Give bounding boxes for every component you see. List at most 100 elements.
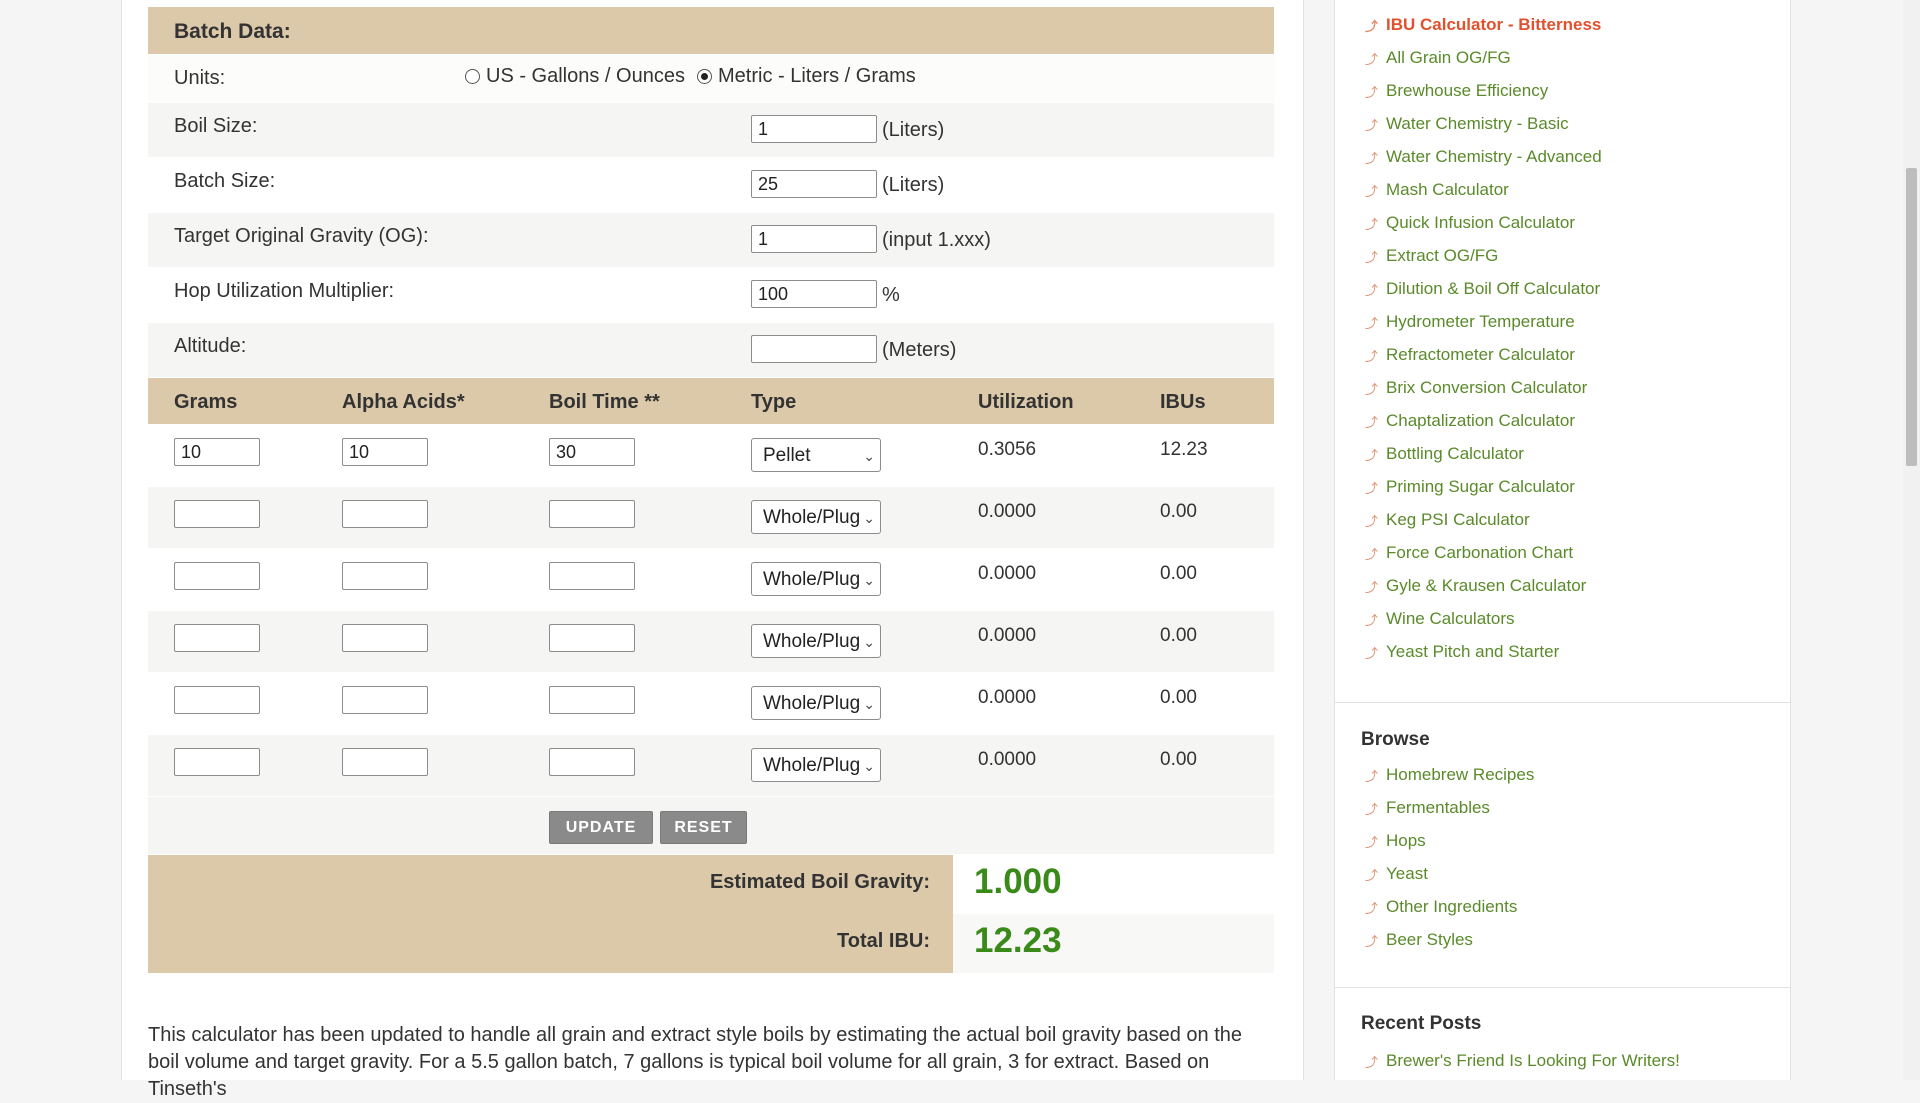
hop-type-select[interactable]: Whole/Plug ⌄ [751,562,881,596]
hop-row: Whole/Plug ⌄ 0.0000 0.00 [148,549,1274,611]
sidebar-link-keg-psi[interactable]: ⤴ Keg PSI Calculator [1365,511,1602,544]
sidebar-link-dilution[interactable]: ⤴ Dilution & Boil Off Calculator [1365,280,1602,313]
sidebar-link-hops[interactable]: ⤴ Hops [1365,832,1534,865]
hop-grams-input[interactable] [174,748,260,776]
sidebar-link-water-advanced[interactable]: ⤴ Water Chemistry - Advanced [1365,148,1602,181]
hop-row: Whole/Plug ⌄ 0.0000 0.00 [148,611,1274,673]
sidebar-link-quick-infusion[interactable]: ⤴ Quick Infusion Calculator [1365,214,1602,247]
hop-type-value: Whole/Plug [763,693,861,714]
units-label: Units: [174,67,226,89]
hop-alpha-input[interactable] [342,748,428,776]
sidebar-link-yeast-pitch[interactable]: ⤴ Yeast Pitch and Starter [1365,643,1602,676]
hop-time-input[interactable] [549,624,635,652]
sidebar-link-homebrew-recipes[interactable]: ⤴ Homebrew Recipes [1365,766,1534,799]
chevron-down-icon: ⌄ [863,696,875,712]
batch-size-input[interactable]: 25 [751,170,877,198]
sidebar-link-hydrometer[interactable]: ⤴ Hydrometer Temperature [1365,313,1602,346]
hop-utilization: 0.0000 [978,749,1037,770]
sidebar-link-other-ingredients[interactable]: ⤴ Other Ingredients [1365,898,1534,931]
altitude-label: Altitude: [174,335,247,357]
col-type: Type [751,391,797,413]
sidebar-link-wine[interactable]: ⤴ Wine Calculators [1365,610,1602,643]
sidebar-link-refractometer[interactable]: ⤴ Refractometer Calculator [1365,346,1602,379]
sidebar-link-force-carbonation[interactable]: ⤴ Force Carbonation Chart [1365,544,1602,577]
hop-alpha-input[interactable] [342,562,428,590]
link-arrow-icon: ⤴ [1365,901,1379,916]
boil-gravity-label: Estimated Boil Gravity: [709,871,930,893]
sidebar-link-mash[interactable]: ⤴ Mash Calculator [1365,181,1602,214]
sidebar-link-chaptalization[interactable]: ⤴ Chaptalization Calculator [1365,412,1602,445]
hop-alpha-input[interactable] [342,686,428,714]
sidebar-link-priming-sugar[interactable]: ⤴ Priming Sugar Calculator [1365,478,1602,511]
hop-grams-input[interactable] [174,562,260,590]
units-us-label: US - Gallons / Ounces [486,65,685,87]
chevron-down-icon: ⌄ [863,510,875,526]
hop-type-select[interactable]: Whole/Plug ⌄ [751,748,881,782]
boil-size-input[interactable]: 1 [751,115,877,143]
hop-grams-input[interactable] [174,500,260,528]
target-og-row: Target Original Gravity (OG): 1 (input 1… [148,213,1274,268]
units-us-option[interactable]: US - Gallons / Ounces [465,65,685,88]
hop-type-select[interactable]: Whole/Plug ⌄ [751,500,881,534]
sidebar-link-brewhouse-efficiency[interactable]: ⤴ Brewhouse Efficiency [1365,82,1602,115]
link-arrow-icon: ⤴ [1365,580,1379,595]
hop-grams-input[interactable] [174,624,260,652]
link-arrow-icon: ⤴ [1365,547,1379,562]
hop-time-input[interactable]: 30 [549,438,635,466]
hop-alpha-input[interactable] [342,624,428,652]
hop-grams-input[interactable] [174,686,260,714]
sidebar-link-water-basic[interactable]: ⤴ Water Chemistry - Basic [1365,115,1602,148]
hop-type-select[interactable]: Whole/Plug ⌄ [751,686,881,720]
link-arrow-icon: ⤴ [1365,835,1379,850]
sidebar-link-yeast[interactable]: ⤴ Yeast [1365,865,1534,898]
browse-list: ⤴ Homebrew Recipes ⤴ Fermentables ⤴ Hops ⤴ Y… [1365,766,1534,964]
sidebar-link-recent-post[interactable]: ⤴ Brewer's Friend Is Looking For Writers! [1365,1052,1680,1085]
sidebar-link-brix[interactable]: ⤴ Brix Conversion Calculator [1365,379,1602,412]
reset-button[interactable]: RESET [660,811,747,844]
col-alpha-acids: Alpha Acids* [342,391,465,413]
units-metric-option[interactable]: Metric - Liters / Grams [697,65,916,88]
hop-ibus: 0.00 [1160,625,1197,646]
link-arrow-icon: ⤴ [1365,415,1379,430]
sidebar-link-all-grain[interactable]: ⤴ All Grain OG/FG [1365,49,1602,82]
units-us-radio[interactable] [465,69,480,84]
boil-size-label: Boil Size: [174,115,258,137]
hop-alpha-input[interactable]: 10 [342,438,428,466]
hop-alpha-input[interactable] [342,500,428,528]
sidebar-link-bottling[interactable]: ⤴ Bottling Calculator [1365,445,1602,478]
page-scrollbar[interactable] [1903,0,1920,1080]
units-metric-radio[interactable] [697,69,712,84]
link-arrow-icon: ⤴ [1365,802,1379,817]
sidebar-link-ibu-calculator[interactable]: ⤴ IBU Calculator - Bitterness [1365,16,1602,49]
ibu-calculator: Batch Data: Units: US - Gallons / Ounces… [148,7,1274,973]
altitude-row: Altitude: (Meters) [148,323,1274,378]
target-og-label: Target Original Gravity (OG): [174,225,429,247]
link-arrow-icon: ⤴ [1365,934,1379,949]
scrollbar-thumb[interactable] [1906,168,1917,466]
hop-util-input[interactable]: 100 [751,280,877,308]
hop-ibus: 0.00 [1160,501,1197,522]
hop-time-input[interactable] [549,562,635,590]
hop-time-input[interactable] [549,500,635,528]
col-grams: Grams [174,391,238,413]
col-boil-time: Boil Time ** [549,391,660,413]
hop-grams-input[interactable]: 10 [174,438,260,466]
link-arrow-icon: ⤴ [1365,349,1379,364]
sidebar-link-extract[interactable]: ⤴ Extract OG/FG [1365,247,1602,280]
sidebar-divider [1335,987,1790,988]
boil-gravity-value: 1.000 [974,862,1062,901]
target-og-input[interactable]: 1 [751,225,877,253]
link-arrow-icon: ⤴ [1365,250,1379,265]
hop-time-input[interactable] [549,686,635,714]
update-button[interactable]: UPDATE [549,811,653,844]
sidebar-link-fermentables[interactable]: ⤴ Fermentables [1365,799,1534,832]
altitude-input[interactable] [751,335,877,363]
sidebar-link-beer-styles[interactable]: ⤴ Beer Styles [1365,931,1534,964]
sidebar-link-gyle-krausen[interactable]: ⤴ Gyle & Krausen Calculator [1365,577,1602,610]
hop-util-label: Hop Utilization Multiplier: [174,280,395,302]
hop-type-select[interactable]: Pellet ⌄ [751,438,881,472]
link-arrow-icon: ⤴ [1365,613,1379,628]
hop-type-select[interactable]: Whole/Plug ⌄ [751,624,881,658]
hop-time-input[interactable] [549,748,635,776]
link-arrow-icon: ⤴ [1365,1055,1379,1070]
